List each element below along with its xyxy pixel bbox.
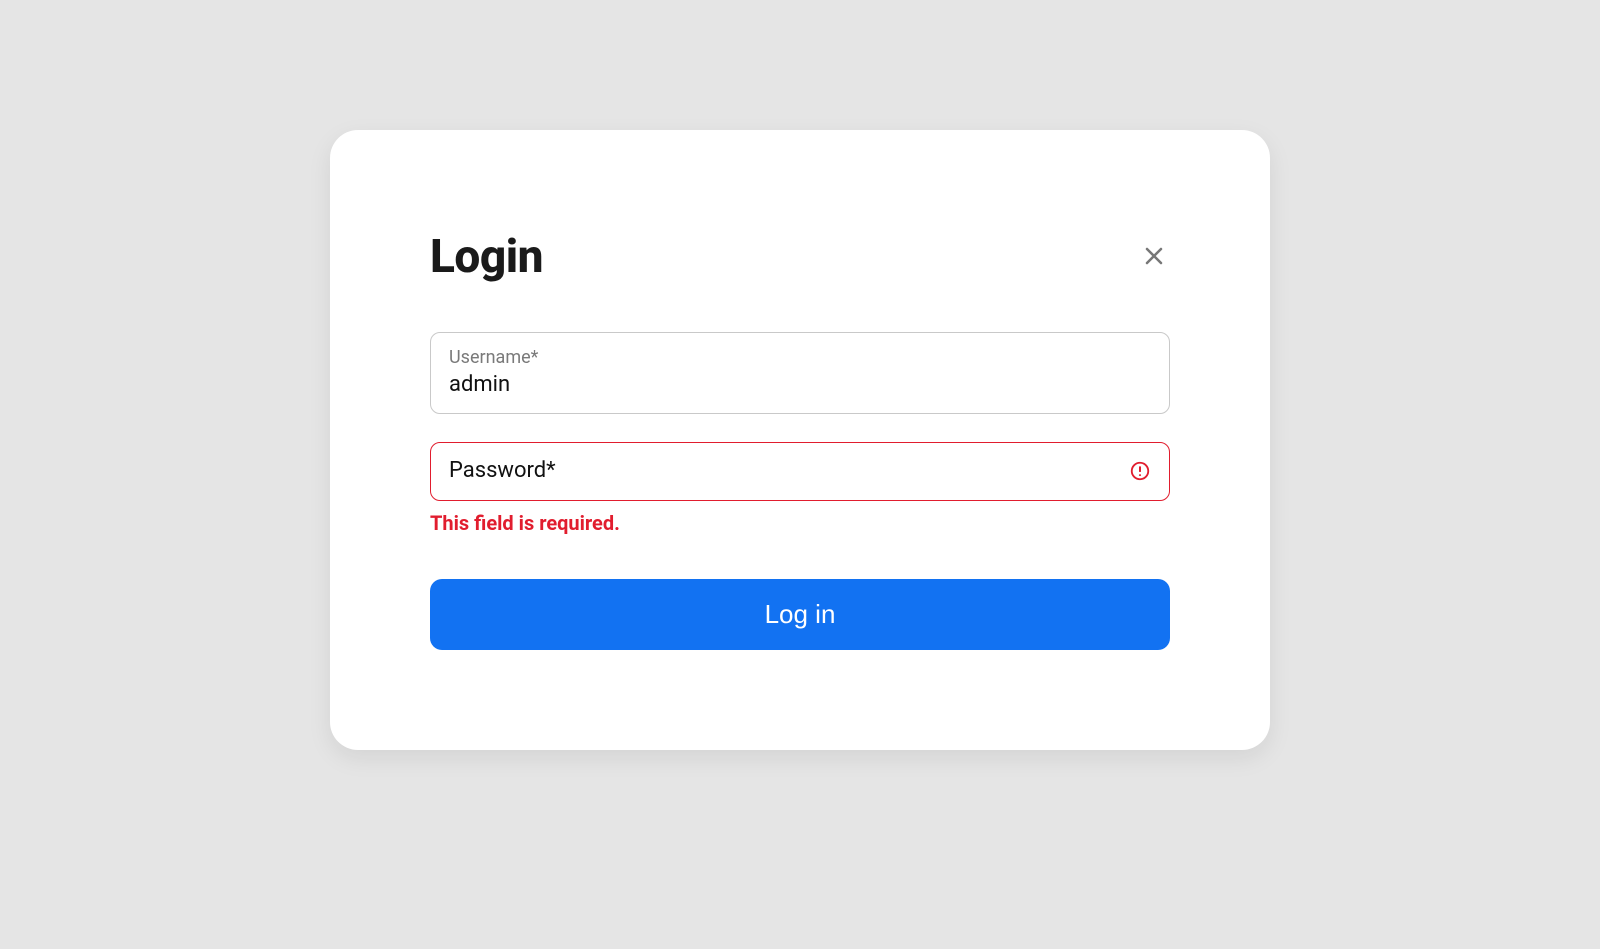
- modal-header: Login: [430, 230, 1170, 284]
- password-error-text: This field is required.: [430, 511, 1170, 535]
- login-modal: Login Username*: [330, 130, 1270, 750]
- password-field[interactable]: [430, 442, 1170, 501]
- error-icon: [1129, 460, 1151, 482]
- close-icon: [1142, 244, 1166, 271]
- password-input[interactable]: [449, 457, 1117, 486]
- username-field[interactable]: Username*: [430, 332, 1170, 414]
- close-button[interactable]: [1138, 240, 1170, 275]
- password-field-container: This field is required.: [430, 442, 1170, 535]
- username-label: Username*: [449, 347, 1151, 369]
- username-field-container: Username*: [430, 332, 1170, 414]
- modal-title: Login: [430, 230, 543, 284]
- login-button[interactable]: Log in: [430, 579, 1170, 650]
- username-input[interactable]: [449, 371, 1151, 400]
